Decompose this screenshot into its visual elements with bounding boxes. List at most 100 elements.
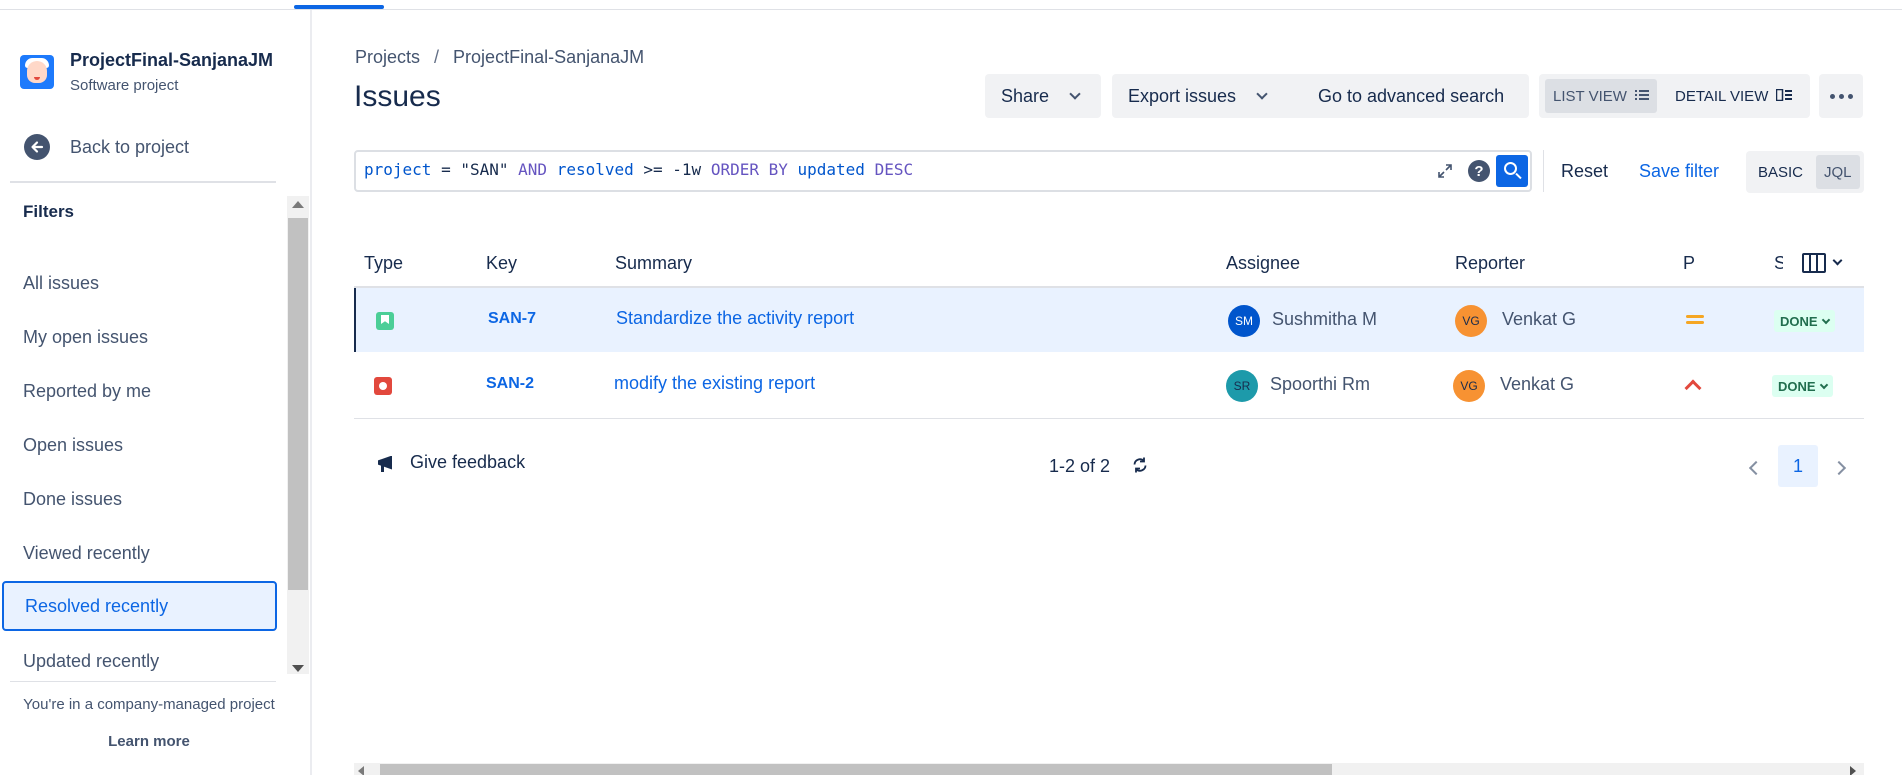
give-feedback-button[interactable]: Give feedback [374,452,525,473]
issue-key[interactable]: SAN-2 [486,375,534,393]
breadcrumb-projects[interactable]: Projects [355,47,420,68]
refresh-icon[interactable] [1131,456,1149,479]
jql-token: project [364,160,432,179]
column-header-priority[interactable]: P [1683,253,1695,274]
project-name: ProjectFinal-SanjanaJM [70,50,274,70]
advanced-search-label: Go to advanced search [1318,85,1505,106]
reporter-name: Venkat G [1502,309,1577,329]
divider [10,681,276,682]
scroll-right-icon[interactable] [1850,766,1856,775]
chevron-down-icon [1069,88,1081,100]
breadcrumb: Projects / ProjectFinal-SanjanaJM [355,47,644,68]
avatar: VG [1453,370,1485,402]
active-nav-indicator [294,5,384,9]
filter-resolved-recently[interactable]: Resolved recently [2,581,277,631]
expand-icon[interactable] [1434,160,1456,182]
help-icon[interactable]: ? [1468,160,1490,182]
table-row[interactable]: SAN-7 Standardize the activity report SM… [354,288,1864,352]
list-view-label: LIST VIEW [1553,87,1627,105]
issue-key[interactable]: SAN-7 [488,310,536,328]
status-badge[interactable]: DONE [1772,375,1833,397]
column-header-reporter[interactable]: Reporter [1455,253,1525,274]
company-managed-note: You're in a company-managed project [23,696,275,713]
status-label: DONE [1778,378,1816,394]
jql-token: "SAN" [460,160,509,179]
divider [354,418,1864,419]
priority-medium-icon [1686,313,1704,325]
breadcrumb-project[interactable]: ProjectFinal-SanjanaJM [453,47,644,68]
scroll-down-icon[interactable] [292,665,304,672]
column-header-status[interactable]: S [1774,253,1783,274]
avatar: VG [1455,305,1487,337]
filter-all-issues[interactable]: All issues [2,258,277,308]
learn-more-link[interactable]: Learn more [0,733,298,750]
avatar: SM [1228,305,1260,337]
columns-icon[interactable] [1802,253,1843,277]
jql-token: >= -1w [633,160,711,179]
bug-icon [374,377,392,395]
chevron-down-icon [1819,380,1828,389]
result-count: 1-2 of 2 [1049,456,1111,476]
divider [1543,150,1544,192]
reset-button[interactable]: Reset [1561,161,1608,182]
jql-token: ORDER BY [710,160,788,179]
back-to-project-link[interactable]: Back to project [24,134,189,160]
chevron-down-icon [1821,315,1830,324]
project-type: Software project [70,77,179,94]
avatar: SR [1226,370,1258,402]
issue-summary[interactable]: modify the existing report [614,373,815,394]
list-view-button[interactable]: LIST VIEW [1545,79,1657,113]
scroll-up-icon[interactable] [292,201,304,208]
filter-my-open-issues[interactable]: My open issues [2,312,277,362]
back-label: Back to project [70,136,190,157]
project-header[interactable]: ProjectFinal-SanjanaJM Software project [20,50,273,94]
jql-token: resolved [556,160,634,179]
list-icon [1634,88,1649,104]
filter-updated-recently[interactable]: Updated recently [2,636,277,686]
share-button[interactable]: Share [985,74,1101,118]
column-header-summary[interactable]: Summary [615,253,692,274]
project-avatar [20,55,54,89]
filter-reported-by-me[interactable]: Reported by me [2,366,277,416]
breadcrumb-separator: / [434,47,440,67]
filter-done-issues[interactable]: Done issues [2,474,277,524]
scroll-left-icon[interactable] [358,766,364,775]
page-title: Issues [354,80,441,113]
megaphone-icon [374,453,400,473]
save-filter-button[interactable]: Save filter [1639,161,1719,182]
divider [10,181,276,183]
assignee-name: Spoorthi Rm [1270,374,1371,394]
advanced-search-button[interactable]: Go to advanced search [1302,74,1529,118]
column-header-type[interactable]: Type [364,253,403,274]
issue-summary[interactable]: Standardize the activity report [616,308,854,329]
column-header-key[interactable]: Key [486,253,517,274]
assignee-name: Sushmitha M [1272,309,1378,329]
status-badge[interactable]: DONE [1774,310,1835,332]
basic-mode-button[interactable]: BASIC [1750,155,1811,189]
jql-token: DESC [874,160,914,179]
jql-mode-button[interactable]: JQL [1816,155,1860,189]
table-row[interactable]: SAN-2 modify the existing report SR Spoo… [354,353,1864,417]
page-button[interactable]: 1 [1778,445,1818,487]
export-label: Export issues [1128,85,1237,106]
arrow-left-icon [24,134,50,160]
detail-view-button[interactable]: DETAIL VIEW [1667,79,1800,113]
detail-view-label: DETAIL VIEW [1675,87,1769,105]
detail-view-icon [1776,88,1793,104]
sidebar-scrollbar-thumb[interactable] [288,218,308,590]
priority-high-icon [1684,379,1700,389]
search-icon[interactable] [1496,155,1528,187]
column-header-assignee[interactable]: Assignee [1226,253,1300,274]
filter-open-issues[interactable]: Open issues [2,420,277,470]
search-mode-toggle: BASIC JQL [1746,151,1864,193]
jql-input[interactable]: project = "SAN" AND resolved >= -1w ORDE… [354,150,1532,192]
more-dots-icon[interactable] [1819,74,1863,118]
story-icon [376,312,394,330]
reporter-name: Venkat G [1500,374,1575,394]
chevron-right-icon[interactable] [1831,460,1847,476]
export-issues-button[interactable]: Export issues [1112,74,1321,118]
filter-viewed-recently[interactable]: Viewed recently [2,528,277,578]
chevron-left-icon[interactable] [1748,460,1764,476]
horizontal-scrollbar-thumb[interactable] [380,764,1332,775]
share-label: Share [1001,85,1050,106]
